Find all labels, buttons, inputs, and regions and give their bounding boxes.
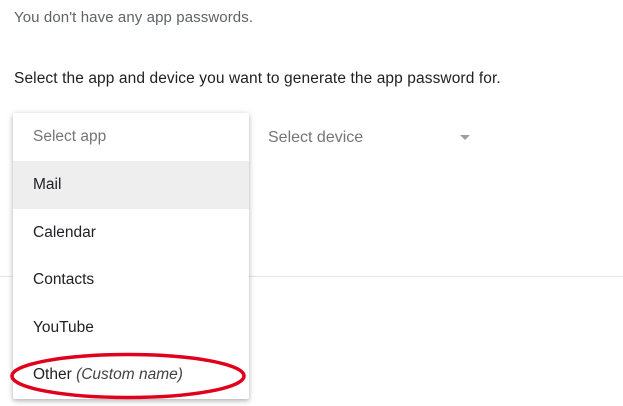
select-device-dropdown[interactable]: Select device (268, 126, 488, 150)
menu-item-contacts[interactable]: Contacts (13, 256, 249, 304)
menu-item-other[interactable]: Other (Custom name) (13, 351, 249, 399)
select-app-menu[interactable]: Select app Mail Calendar Contacts YouTub… (13, 113, 249, 399)
menu-item-mail[interactable]: Mail (13, 161, 249, 209)
no-app-passwords-message: You don't have any app passwords. (14, 9, 254, 26)
custom-name-hint: (Custom name) (76, 366, 183, 383)
select-app-placeholder[interactable]: Select app (13, 113, 249, 161)
menu-item-calendar[interactable]: Calendar (13, 209, 249, 257)
select-device-label: Select device (268, 129, 364, 146)
app-passwords-page: You don't have any app passwords. Select… (0, 0, 623, 406)
menu-item-youtube[interactable]: YouTube (13, 304, 249, 352)
menu-item-other-label: Other (33, 366, 72, 383)
chevron-down-icon (460, 135, 470, 140)
instruction-text: Select the app and device you want to ge… (14, 70, 501, 87)
